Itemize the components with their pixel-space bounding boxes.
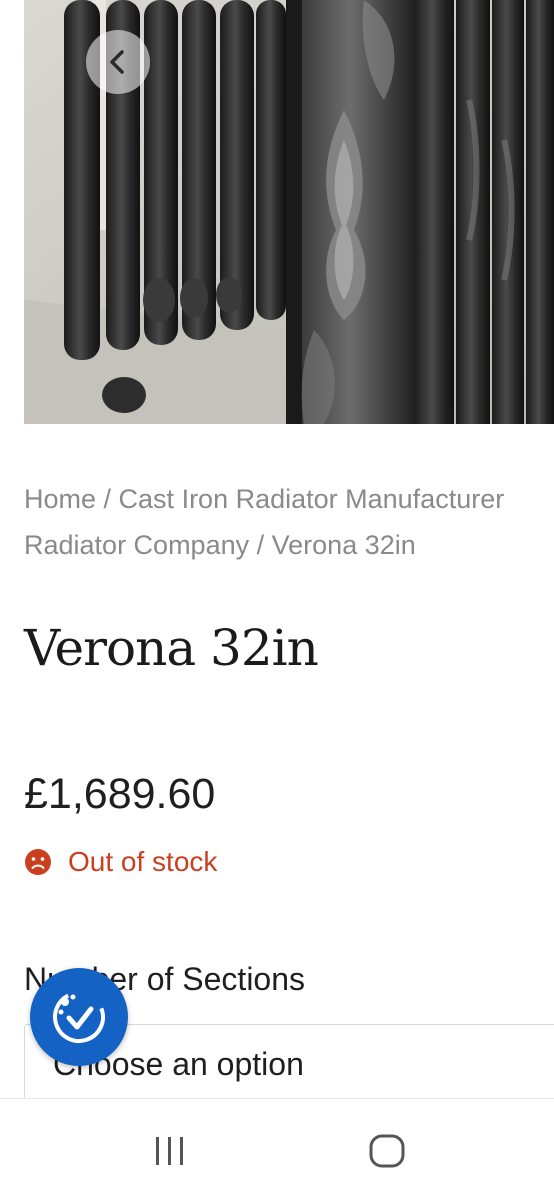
accessibility-check-icon xyxy=(53,991,105,1043)
product-image[interactable] xyxy=(24,0,554,424)
accessibility-button[interactable] xyxy=(30,968,128,1066)
product-title: Verona 32in xyxy=(24,619,319,677)
stock-status: Out of stock xyxy=(24,842,217,882)
recents-icon[interactable] xyxy=(152,1135,188,1167)
stock-status-text: Out of stock xyxy=(68,846,218,877)
breadcrumb-line-2: Radiator Company / Verona 32in xyxy=(24,522,554,568)
chevron-left-icon xyxy=(110,50,124,74)
breadcrumb-link-category[interactable]: Cast Iron Radiator Manufacturer xyxy=(119,484,505,514)
system-navigation-bar xyxy=(0,1098,554,1201)
breadcrumb-separator: / xyxy=(249,530,272,560)
product-price: £1,689.60 xyxy=(24,770,216,818)
breadcrumb-line-1: Home / Cast Iron Radiator Manufacturer xyxy=(24,476,554,522)
breadcrumb-link-home[interactable]: Home xyxy=(24,484,96,514)
breadcrumb-link-brand[interactable]: Radiator Company xyxy=(24,530,249,560)
home-icon[interactable] xyxy=(368,1133,406,1169)
breadcrumb-separator: / xyxy=(96,484,119,514)
breadcrumb: Home / Cast Iron Radiator Manufacturer R… xyxy=(24,476,554,568)
breadcrumb-current: Verona 32in xyxy=(271,530,416,560)
back-button[interactable] xyxy=(86,30,150,94)
sad-face-icon xyxy=(25,849,51,875)
